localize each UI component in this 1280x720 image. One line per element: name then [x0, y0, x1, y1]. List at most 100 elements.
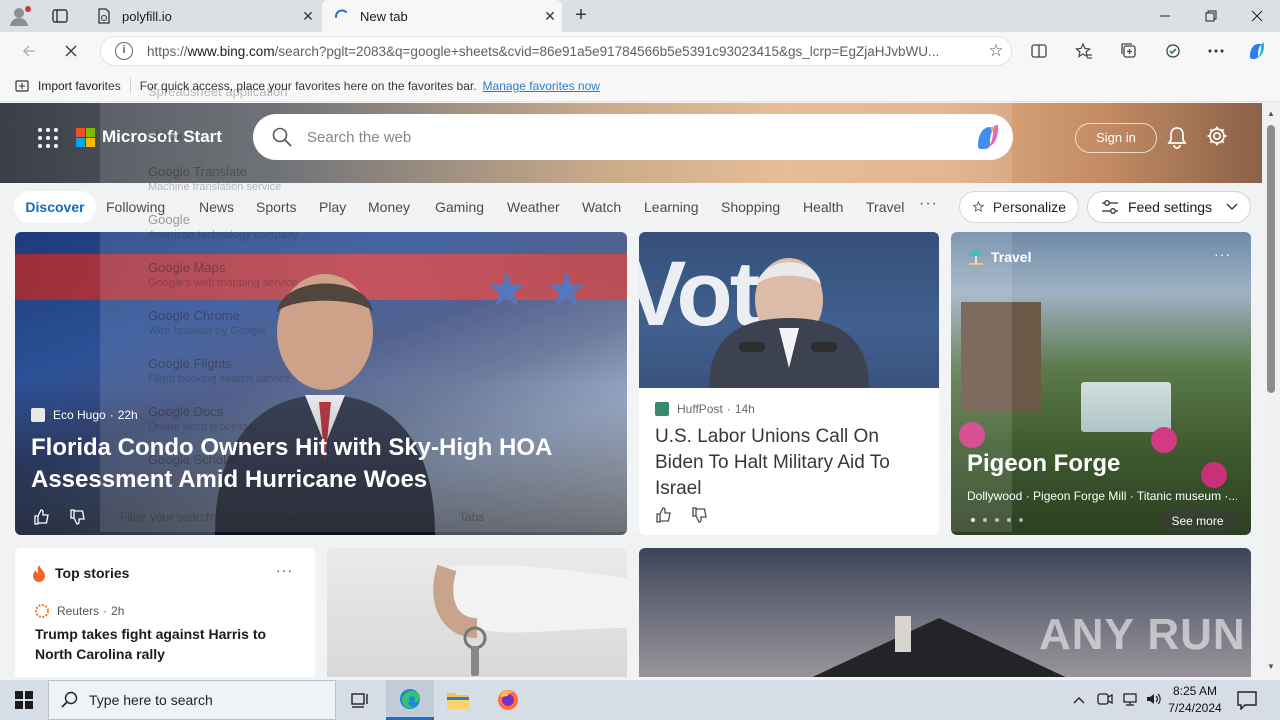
more-menu-icon[interactable] [1203, 38, 1229, 64]
notification-center-icon[interactable] [1236, 690, 1258, 711]
task-view-button[interactable] [336, 680, 384, 720]
copilot-icon[interactable] [971, 120, 1005, 154]
more-tabs-icon[interactable]: ··· [919, 195, 938, 213]
minimize-button[interactable] [1142, 0, 1188, 32]
clock-time: 8:25 AM [1172, 684, 1218, 698]
web-search-input[interactable]: Search the web [253, 114, 1013, 160]
taskbar-search-input[interactable]: Type here to search [48, 680, 336, 720]
tab-learning[interactable]: Learning [644, 199, 699, 215]
close-icon[interactable]: ✕ [538, 8, 562, 25]
thumbs-down-icon[interactable] [691, 506, 709, 524]
restore-button[interactable] [1188, 0, 1234, 32]
close-window-button[interactable] [1234, 0, 1280, 32]
flame-icon [33, 565, 45, 582]
reuters-logo-icon [35, 604, 49, 618]
favorite-star-icon[interactable]: ☆ [981, 41, 1011, 61]
more-options-icon[interactable]: ··· [1214, 246, 1231, 262]
tab-weather[interactable]: Weather [507, 199, 560, 215]
browser-toolbar: i https://www.bing.com/search?pglt=2083&… [0, 32, 1280, 70]
page-header: Microsoft Start Search the web Sign in [0, 103, 1262, 183]
thumbs-up-icon[interactable] [655, 506, 673, 524]
info-icon[interactable]: i [115, 42, 133, 60]
address-bar[interactable]: i https://www.bing.com/search?pglt=2083&… [100, 36, 1012, 66]
back-arrow-icon[interactable] [16, 38, 42, 64]
see-more-button[interactable]: See more [1160, 510, 1235, 532]
story-headline[interactable]: U.S. Labor Unions Call On Biden To Halt … [655, 424, 925, 502]
settings-gear-icon[interactable] [1206, 125, 1228, 147]
taskbar-clock[interactable]: 8:25 AM 7/24/2024 [1160, 683, 1230, 717]
search-icon [61, 691, 78, 708]
tab-sports[interactable]: Sports [256, 199, 296, 215]
tab-gaming[interactable]: Gaming [435, 199, 484, 215]
taskbar-edge-button[interactable] [386, 680, 434, 720]
story-age: 14h [734, 402, 755, 416]
brand-title[interactable]: Microsoft Start [102, 127, 222, 147]
page-scrollbar[interactable]: ▲ ▼ [1262, 103, 1280, 677]
app-launcher-icon[interactable] [38, 128, 58, 148]
travel-label: Travel [967, 248, 1031, 266]
tab-discover[interactable]: Discover [14, 191, 96, 223]
tab-travel[interactable]: Travel [866, 199, 904, 215]
clock-date: 7/24/2024 [1168, 701, 1222, 715]
dot-separator: · [103, 604, 108, 618]
import-favorites-label: Import favorites [38, 78, 121, 93]
browser-essentials-icon[interactable] [1160, 38, 1186, 64]
split-screen-icon[interactable] [1026, 38, 1052, 64]
tab-play[interactable]: Play [319, 199, 346, 215]
windows-start-button[interactable] [0, 680, 48, 720]
tab-polyfill[interactable]: polyfill.io ✕ [84, 0, 320, 32]
favorites-icon[interactable] [1071, 38, 1097, 64]
import-favorites-button[interactable]: Import favorites [14, 78, 121, 94]
chimney-shape [895, 616, 911, 652]
story-headline[interactable]: Trump takes fight against Harris to Nort… [35, 624, 303, 664]
network-icon[interactable] [1118, 692, 1142, 709]
meet-now-icon[interactable] [1092, 692, 1118, 709]
tab-shopping[interactable]: Shopping [721, 199, 780, 215]
folder-icon [447, 693, 469, 709]
profile-icon[interactable] [8, 5, 32, 27]
story-card-house[interactable]: ANY RUN [639, 548, 1251, 677]
personalize-button[interactable]: Personalize [959, 191, 1079, 223]
flower-shape [1201, 462, 1227, 488]
more-options-icon[interactable]: ··· [276, 562, 293, 578]
travel-label-text: Travel [991, 249, 1032, 265]
manage-favorites-link[interactable]: Manage favorites now [483, 79, 600, 93]
loading-spinner-icon [334, 8, 350, 24]
travel-destination[interactable]: Pigeon Forge [967, 450, 1120, 478]
tab-following[interactable]: Following [106, 199, 165, 215]
story-card-main[interactable]: ★ ★ Eco Hugo · 22h Florida Condo Owners … [15, 232, 627, 535]
address-url[interactable]: https://www.bing.com/search?pglt=2083&q=… [147, 44, 981, 59]
hand-with-keys-photo [433, 564, 627, 676]
tab-new-tab[interactable]: New tab ✕ [322, 0, 562, 32]
story-headline[interactable]: Florida Condo Owners Hit with Sky-High H… [31, 432, 591, 496]
collections-icon[interactable] [1116, 38, 1142, 64]
feed-settings-label: Feed settings [1128, 199, 1213, 215]
close-icon[interactable]: ✕ [296, 8, 320, 25]
scroll-down-arrow-icon[interactable]: ▼ [1267, 662, 1275, 671]
scroll-up-arrow-icon[interactable]: ▲ [1267, 109, 1275, 118]
stop-loading-icon[interactable] [58, 38, 84, 64]
tab-actions-icon[interactable] [50, 6, 70, 26]
top-stories-card: Top stories ··· Reuters · 2h Trump takes… [15, 548, 315, 677]
travel-card[interactable]: Travel ··· Pigeon Forge Dollywood · Pige… [951, 232, 1251, 535]
tab-news[interactable]: News [199, 199, 234, 215]
tab-health[interactable]: Health [803, 199, 843, 215]
personalize-label: Personalize [992, 199, 1066, 215]
chevron-up-icon[interactable] [1070, 693, 1088, 707]
copilot-icon[interactable] [1244, 38, 1270, 64]
taskbar-file-explorer-button[interactable] [434, 680, 482, 720]
tab-money[interactable]: Money [368, 199, 410, 215]
tab-watch[interactable]: Watch [582, 199, 621, 215]
story-card-keys[interactable] [327, 548, 627, 677]
notifications-bell-icon[interactable] [1166, 125, 1188, 149]
sign-in-button[interactable]: Sign in [1075, 123, 1157, 153]
feed-settings-button[interactable]: Feed settings [1087, 191, 1251, 223]
thumbs-up-icon[interactable] [33, 508, 51, 526]
scroll-thumb[interactable] [1267, 125, 1275, 393]
new-tab-button[interactable]: + [570, 5, 592, 27]
taskbar-firefox-button[interactable] [484, 680, 532, 720]
favorites-hint: For quick access, place your favorites h… [139, 78, 477, 93]
thumbs-down-icon[interactable] [69, 508, 87, 526]
reaction-bar [655, 506, 709, 524]
story-card-labor-unions[interactable]: Vote HuffPost · 14h U.S. Labor Unions Ca… [639, 232, 939, 535]
